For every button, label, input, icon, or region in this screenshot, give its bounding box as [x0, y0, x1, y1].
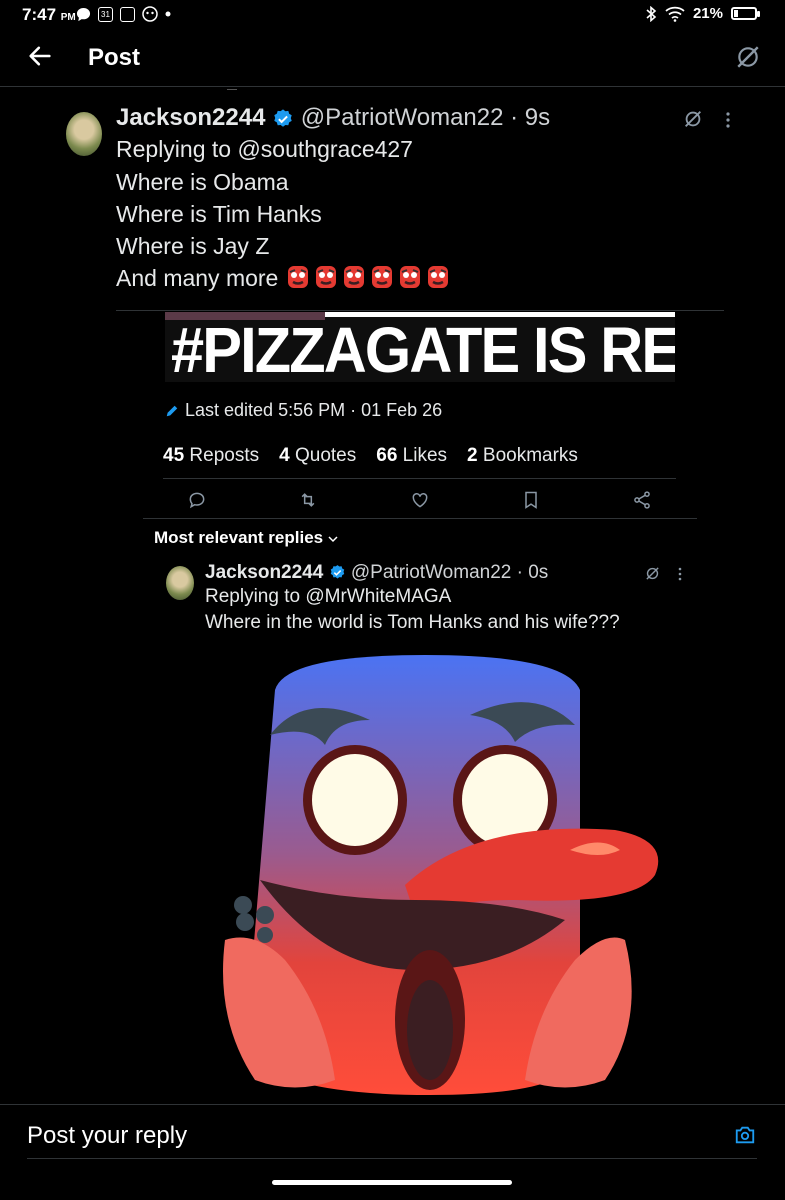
- tweet-line-1: Where is Obama: [116, 169, 289, 195]
- replying-to[interactable]: Replying to @MrWhiteMAGA: [205, 586, 451, 608]
- stat-likes[interactable]: 66 Likes: [376, 445, 447, 467]
- goblin-emoji: [427, 266, 448, 288]
- divider: [163, 478, 676, 479]
- reply-text: Where in the world is Tom Hanks and his …: [205, 612, 620, 633]
- back-arrow-icon[interactable]: [26, 42, 54, 70]
- handle-and-time: @PatriotWoman22 · 9s: [300, 104, 551, 131]
- more-options-icon[interactable]: [724, 110, 732, 130]
- page-title: Post: [88, 44, 141, 71]
- like-icon[interactable]: [410, 490, 430, 510]
- goblin-emoji: [343, 266, 364, 288]
- status-bar: 7:47 PM 31 21%: [0, 0, 785, 28]
- gesture-bar[interactable]: [272, 1180, 512, 1185]
- gallery-icon: [120, 6, 135, 22]
- action-bar: [163, 482, 676, 518]
- reply-input[interactable]: Post your reply: [27, 1122, 187, 1150]
- handle-and-time: @PatriotWoman22 · 0s: [350, 562, 549, 583]
- replies-filter-label: Most relevant replies: [154, 528, 324, 547]
- battery-icon: [731, 7, 760, 20]
- stat-bookmarks[interactable]: 2 Bookmarks: [467, 445, 578, 467]
- stat-quotes[interactable]: 4 Quotes: [279, 445, 356, 467]
- wifi-icon: [665, 6, 685, 22]
- status-notification-icons: 31: [76, 6, 171, 22]
- status-system-icons: 21%: [645, 5, 760, 22]
- divider: [27, 1158, 757, 1159]
- calendar-icon: 31: [98, 6, 113, 22]
- tweet-line-4: And many more: [116, 262, 453, 294]
- repost-icon[interactable]: [298, 490, 318, 510]
- goblin-emoji: [287, 266, 308, 288]
- verified-badge-icon: [274, 109, 292, 127]
- share-icon[interactable]: [632, 490, 652, 510]
- divider: [116, 310, 724, 311]
- chevron-down-icon: [328, 536, 338, 543]
- status-time: 7:47 PM: [22, 5, 76, 24]
- display-name[interactable]: Jackson2244: [205, 562, 323, 583]
- tweet-line-2: Where is Tim Hanks: [116, 201, 322, 227]
- replies-filter[interactable]: Most relevant replies: [154, 528, 338, 548]
- goblin-emoji: [399, 266, 420, 288]
- pencil-icon: [166, 405, 178, 416]
- more-dot-icon: [165, 11, 171, 17]
- avatar[interactable]: [66, 112, 102, 156]
- grok-icon[interactable]: [735, 44, 761, 70]
- quoted-image-text: #PIZZAGATE IS REAL: [171, 314, 675, 382]
- replying-to[interactable]: Replying to @southgrace427: [116, 133, 413, 165]
- more-options-icon[interactable]: [677, 566, 683, 582]
- bluetooth-icon: [646, 5, 657, 22]
- scroll-remnant: [227, 86, 237, 90]
- goblin-emoji: [315, 266, 336, 288]
- chat-bubble-icon: [76, 7, 91, 21]
- reply-header: Jackson2244 @PatriotWoman22 · 0s: [205, 562, 548, 584]
- tweet-line-4-text: And many more: [116, 265, 279, 291]
- reply-icon[interactable]: [187, 490, 207, 510]
- camera-icon[interactable]: [734, 1124, 756, 1146]
- bookmark-icon[interactable]: [521, 490, 541, 510]
- face-icon: [142, 6, 158, 22]
- grok-icon[interactable]: [682, 108, 704, 130]
- grok-icon[interactable]: [644, 565, 661, 582]
- edited-text: Last edited 5:56 PM · 01 Feb 26: [185, 400, 443, 420]
- goblin-emoji-image[interactable]: [215, 650, 665, 1100]
- avatar[interactable]: [166, 566, 194, 600]
- goblin-emoji: [371, 266, 392, 288]
- quoted-image[interactable]: #PIZZAGATE IS REAL: [165, 312, 675, 382]
- emoji-row: [285, 265, 453, 291]
- stat-reposts[interactable]: 45 Reposts: [163, 445, 259, 467]
- display-name[interactable]: Jackson2244: [116, 104, 265, 131]
- verified-badge-icon: [330, 565, 344, 580]
- tweet-line-3: Where is Jay Z: [116, 233, 270, 259]
- edited-label[interactable]: Last edited 5:56 PM · 01 Feb 26: [165, 400, 442, 421]
- engagement-stats: 45 Reposts 4 Quotes 66 Likes 2 Bookmarks: [163, 445, 578, 467]
- tweet-header: Jackson2244 @PatriotWoman22 · 9s: [116, 104, 550, 132]
- top-app-bar: Post: [0, 28, 785, 87]
- divider: [143, 518, 697, 519]
- battery-percent: 21%: [692, 5, 723, 22]
